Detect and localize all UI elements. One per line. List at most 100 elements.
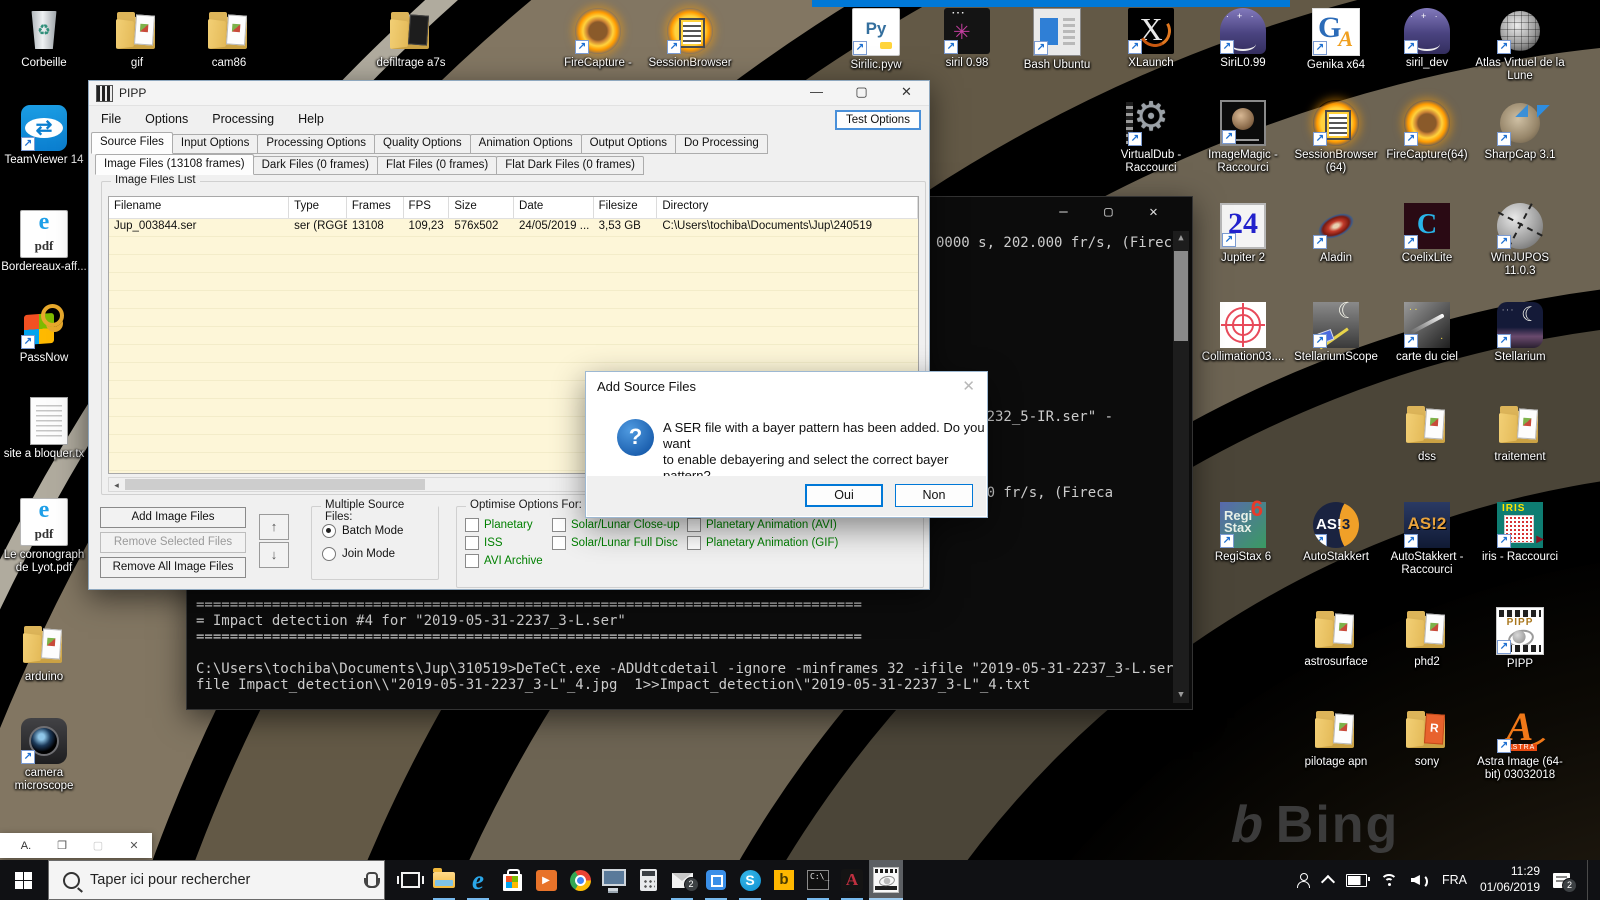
taskbar-calculator-icon[interactable] [631, 860, 665, 900]
menu-item-file[interactable]: File [101, 112, 121, 126]
scroll-up-icon[interactable]: ▲ [1173, 231, 1189, 246]
taskbar-mail-icon[interactable]: 2 [665, 860, 699, 900]
column-header-filesize[interactable]: Filesize [594, 197, 658, 218]
close-icon[interactable]: ✕ [962, 377, 975, 395]
desktop-icon-pipp[interactable]: PIPP ↗ PIPP [1474, 607, 1566, 671]
test-options-button[interactable]: Test Options [835, 110, 921, 130]
desktop-icon-le-coronograph-de-lyot-pdf[interactable]: Le coronograph de Lyot.pdf [0, 497, 90, 575]
tab-do-processing[interactable]: Do Processing [675, 134, 768, 154]
desktop-icon-defiltrage-a7s[interactable]: defiltrage a7s [365, 8, 457, 70]
radio-batch-mode[interactable]: Batch Mode [322, 524, 403, 538]
menu-item-help[interactable]: Help [298, 112, 324, 126]
scrollbar-thumb[interactable] [1174, 251, 1188, 341]
search-input[interactable]: Taper ici pour rechercher [90, 872, 366, 888]
checkbox-solar-lunar-full-disc[interactable]: Solar/Lunar Full Disc [552, 536, 678, 550]
desktop-icon-sony[interactable]: sony [1381, 707, 1473, 769]
checkbox-icon[interactable] [687, 518, 701, 532]
desktop-icon-bordereaux-aff[interactable]: Bordereaux-aff... [0, 209, 90, 274]
desktop-icon-arduino[interactable]: arduino [0, 622, 90, 684]
maximize-icon[interactable]: ▢ [1086, 197, 1131, 227]
desktop-icon-xlaunch[interactable]: ↗ XLaunch [1105, 8, 1197, 70]
radio-button-icon[interactable] [322, 547, 336, 561]
taskbar-file-explorer-icon[interactable] [427, 860, 461, 900]
clock[interactable]: 11:29 01/06/2019 [1480, 864, 1540, 895]
taskbar-bing-icon[interactable]: b [767, 860, 801, 900]
column-header-frames[interactable]: Frames [347, 197, 404, 218]
taskbar-pipp-icon[interactable] [869, 860, 903, 900]
column-header-directory[interactable]: Directory [657, 197, 918, 218]
microphone-icon[interactable] [364, 872, 380, 888]
desktop-icon-bash-ubuntu[interactable]: ↗ Bash Ubuntu [1011, 8, 1103, 72]
taskbar-command-prompt-icon[interactable] [801, 860, 835, 900]
desktop-icon-cam86[interactable]: cam86 [183, 8, 275, 70]
desktop-icon-collimation03[interactable]: Collimation03.... [1197, 302, 1289, 364]
desktop-icon-winjupos-11-0-3[interactable]: ↗ WinJUPOS 11.0.3 [1474, 203, 1566, 278]
desktop-icon-phd2[interactable]: phd2 [1381, 607, 1473, 669]
volume-icon[interactable] [1411, 873, 1429, 889]
move-up-button[interactable]: ↑ [259, 514, 289, 540]
desktop-icon-gif[interactable]: gif [91, 8, 183, 70]
desktop-icon-passnow[interactable]: ↗ PassNow [0, 303, 90, 365]
desktop-icon-sessionbrowser[interactable]: ↗ SessionBrowser [644, 8, 736, 70]
tab-animation-options[interactable]: Animation Options [469, 134, 582, 154]
desktop-icon-imagemagic-raccourci[interactable]: ↗ ImageMagic - Raccourci [1197, 100, 1289, 175]
desktop-icon-traitement[interactable]: traitement [1474, 402, 1566, 464]
pipp-titlebar[interactable]: PIPP — ▢ ✕ [89, 81, 929, 106]
tab-output-options[interactable]: Output Options [580, 134, 676, 154]
action-center-icon[interactable]: 2 [1553, 872, 1577, 893]
tab-processing-options[interactable]: Processing Options [257, 134, 376, 154]
desktop-icon-corbeille[interactable]: Corbeille [0, 8, 90, 70]
column-header-type[interactable]: Type [289, 197, 347, 218]
column-header-date[interactable]: Date [514, 197, 594, 218]
scroll-down-icon[interactable]: ▼ [1173, 688, 1189, 703]
desktop-icon-aladin[interactable]: ↗ Aladin [1290, 203, 1382, 265]
taskbar-snip-capture-icon[interactable] [699, 860, 733, 900]
tab-source-files[interactable]: Source Files [91, 132, 173, 154]
oui-button[interactable]: Oui [805, 484, 883, 507]
checkbox-icon[interactable] [465, 554, 479, 568]
radio-button-icon[interactable] [322, 524, 336, 538]
desktop-icon-autostakkert[interactable]: AS!3 ↗ AutoStakkert [1290, 502, 1382, 564]
checkbox-planetary-animation-avi[interactable]: Planetary Animation (AVI) [687, 518, 837, 532]
taskbar-media-player-icon[interactable]: ▶ [529, 860, 563, 900]
desktop-icon-pilotage-apn[interactable]: pilotage apn [1290, 707, 1382, 769]
desktop-icon-dss[interactable]: dss [1381, 402, 1473, 464]
checkbox-icon[interactable] [465, 536, 479, 550]
tab-quality-options[interactable]: Quality Options [374, 134, 471, 154]
desktop-icon-atlas-virtuel-de-la-lune[interactable]: ↗ Atlas Virtuel de la Lune [1474, 8, 1566, 83]
taskbar-astra-red-icon[interactable]: A [835, 860, 869, 900]
maximize-icon[interactable]: ▢ [839, 81, 884, 105]
desktop-icon-firecapture[interactable]: ↗ FireCapture - [552, 8, 644, 70]
column-header-filename[interactable]: Filename [109, 197, 290, 218]
desktop-icon-jupiter-2[interactable]: 24 ↗ Jupiter 2 [1197, 203, 1289, 265]
non-button[interactable]: Non [895, 484, 973, 507]
desktop-icon-sharpcap-3-1[interactable]: ↗ SharpCap 3.1 [1474, 92, 1566, 162]
desktop-icon-astrosurface[interactable]: astrosurface [1290, 607, 1382, 669]
desktop-icon-genika-x64[interactable]: ↗ Genika x64 [1290, 8, 1382, 72]
move-down-button[interactable]: ↓ [259, 542, 289, 568]
close-icon[interactable]: ✕ [116, 839, 152, 852]
radio-join-mode[interactable]: Join Mode [322, 547, 395, 561]
close-icon[interactable]: ✕ [1131, 197, 1176, 227]
scrollbar-thumb[interactable] [125, 479, 425, 490]
checkbox-iss[interactable]: ISS [465, 536, 503, 550]
taskbar-chrome-icon[interactable] [563, 860, 597, 900]
table-row[interactable]: Jup_003844.ser ser (RGGB) 13108 109,23 576x5… [109, 219, 918, 237]
desktop-icon-siril-0-98[interactable]: ↗ siril 0.98 [921, 4, 1013, 70]
show-desktop-button[interactable] [1587, 860, 1594, 900]
checkbox-planetary[interactable]: Planetary [465, 518, 533, 532]
desktop-icon-iris-raccourci[interactable]: IRIS↗ iris - Raccourci [1474, 502, 1566, 564]
close-icon[interactable]: ✕ [884, 81, 929, 105]
desktop-icon-siril-dev[interactable]: ↗ siril_dev [1381, 8, 1473, 70]
desktop-icon-carte-du-ciel[interactable]: ↗ carte du ciel [1381, 302, 1473, 364]
desktop-icon-sessionbrowser-64[interactable]: ↗ SessionBrowser (64) [1290, 100, 1382, 175]
tab-image-files-13108-frames[interactable]: Image Files (13108 frames) [95, 154, 254, 175]
tab-flat-files-0-frames[interactable]: Flat Files (0 frames) [376, 156, 498, 175]
menu-item-processing[interactable]: Processing [212, 112, 274, 126]
taskbar-edge-icon[interactable]: e [461, 860, 495, 900]
tab-flat-dark-files-0-frames[interactable]: Flat Dark Files (0 frames) [496, 156, 644, 175]
desktop-icon-firecapture-64[interactable]: ↗ FireCapture(64) [1381, 100, 1473, 162]
mini-window[interactable]: A. ❐ ▢ ✕ [0, 833, 152, 858]
people-icon[interactable] [1296, 873, 1310, 888]
desktop-icon-autostakkert-raccourci[interactable]: AS!2 ↗ AutoStakkert - Raccourci [1381, 502, 1473, 577]
